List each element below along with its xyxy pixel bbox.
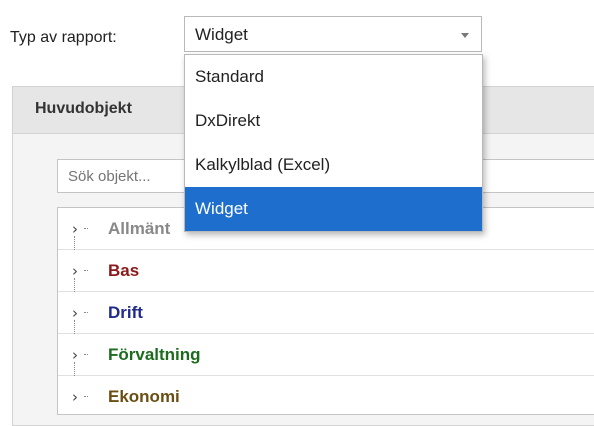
report-type-dropdown: Standard DxDirekt Kalkylblad (Excel) Wid…: [184, 54, 483, 232]
chevron-right-icon[interactable]: ›: [72, 220, 78, 238]
report-type-select[interactable]: Widget: [184, 16, 482, 52]
chevron-right-icon[interactable]: ›: [72, 304, 78, 322]
tree-item-bas[interactable]: › Bas: [58, 250, 594, 292]
tree-connector-vertical: [74, 362, 75, 376]
tree-connector: [84, 354, 88, 355]
option-widget[interactable]: Widget: [185, 187, 482, 231]
option-dxdirekt[interactable]: DxDirekt: [185, 99, 482, 143]
tree-connector-vertical: [74, 236, 75, 250]
tree-item-label: Drift: [108, 303, 143, 322]
report-type-row: Typ av rapport:: [10, 22, 117, 54]
chevron-right-icon[interactable]: ›: [72, 346, 78, 364]
tree-connector-vertical: [74, 278, 75, 292]
tree-connector-vertical: [74, 320, 75, 334]
tree-connector: [84, 396, 88, 397]
caret-down-icon: [461, 33, 469, 38]
tree-item-label: Bas: [108, 261, 140, 280]
object-tree: › Allmänt › Bas › Drift › Förvaltning › …: [57, 207, 594, 415]
tree-item-label: Förvaltning: [108, 345, 201, 364]
chevron-right-icon[interactable]: ›: [72, 262, 78, 280]
tree-item-label: Ekonomi: [108, 387, 180, 406]
tree-connector: [84, 270, 88, 271]
option-standard[interactable]: Standard: [185, 55, 482, 99]
option-kalkylblad-excel[interactable]: Kalkylblad (Excel): [185, 143, 482, 187]
tree-item-label: Allmänt: [108, 219, 171, 238]
report-type-selected-value: Widget: [195, 25, 248, 44]
tree-connector: [84, 312, 88, 313]
tree-item-ekonomi[interactable]: › Ekonomi: [58, 376, 594, 418]
panel-title: Huvudobjekt: [35, 100, 132, 117]
tree-connector: [84, 228, 88, 229]
chevron-right-icon[interactable]: ›: [72, 388, 78, 406]
tree-item-forvaltning[interactable]: › Förvaltning: [58, 334, 594, 376]
tree-item-drift[interactable]: › Drift: [58, 292, 594, 334]
report-type-label: Typ av rapport:: [10, 29, 117, 46]
